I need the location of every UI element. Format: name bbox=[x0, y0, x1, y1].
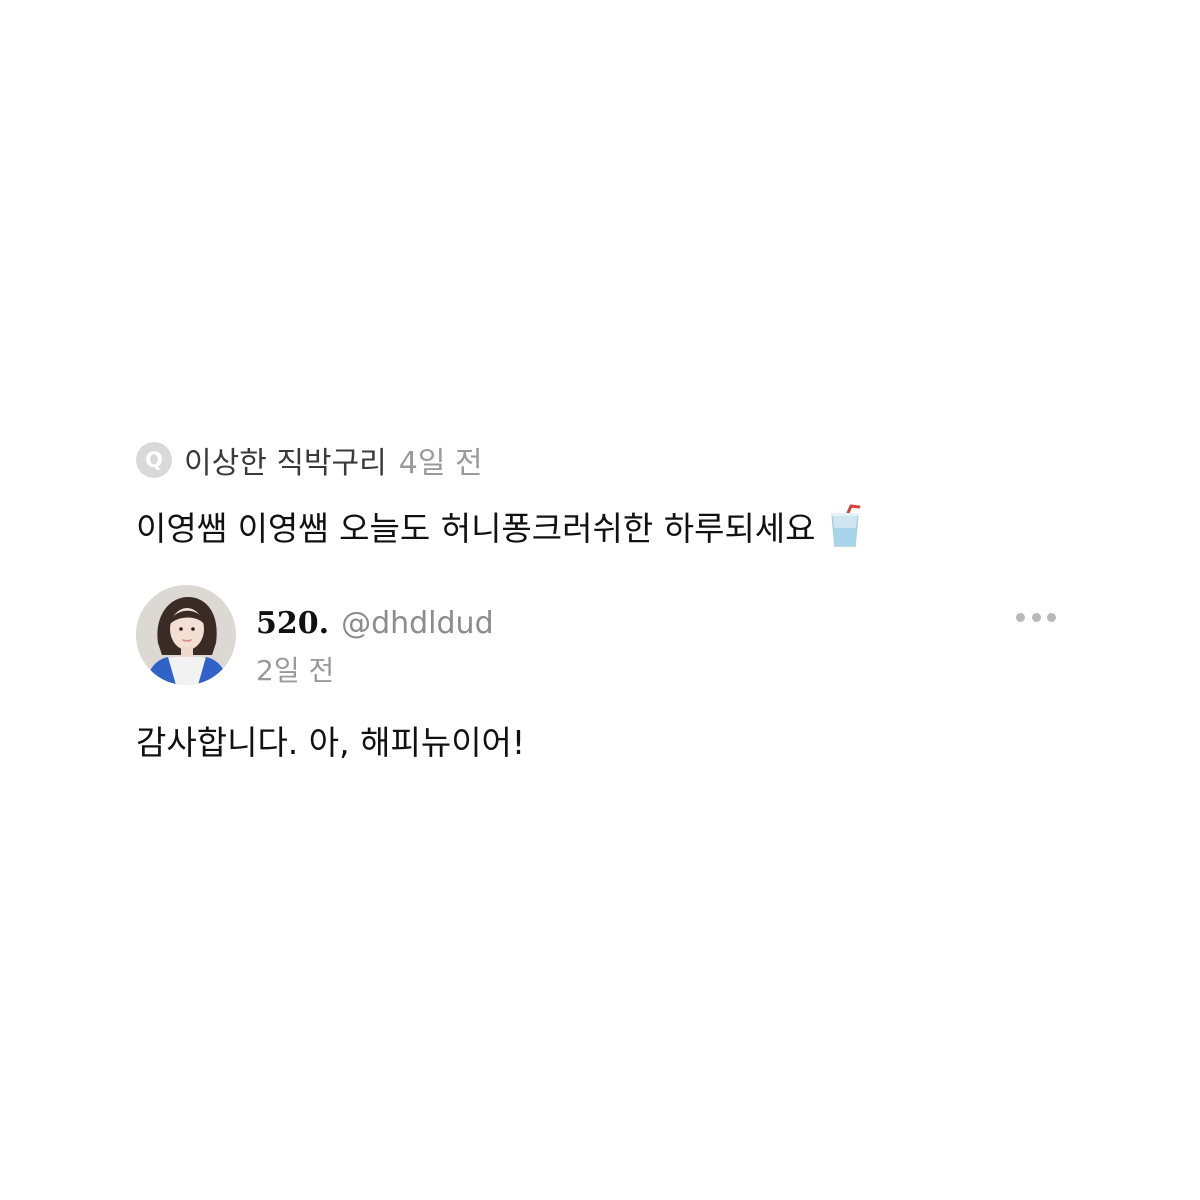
more-horizontal-icon bbox=[1047, 612, 1056, 622]
question-text-label: 이영쌤 이영쌤 오늘도 허니퐁크러쉬한 하루되세요 bbox=[136, 509, 816, 548]
answer-text: 감사합니다. 아, 해피뉴이어! bbox=[136, 723, 526, 762]
answer-time: 2일 전 bbox=[256, 654, 335, 687]
more-options-button[interactable] bbox=[1016, 607, 1056, 627]
question-meta: Q 이상한 직박구리 4일 전 bbox=[136, 438, 483, 482]
author-name[interactable]: 520. bbox=[256, 606, 329, 641]
asker-name[interactable]: 이상한 직박구리 bbox=[184, 438, 387, 482]
cup-with-straw-icon bbox=[828, 504, 862, 548]
more-horizontal-icon bbox=[1016, 612, 1025, 622]
author-handle[interactable]: @dhdldud bbox=[341, 606, 494, 641]
answer-header: 520. @dhdldud 2일 전 bbox=[136, 585, 1056, 687]
author-line: 520. @dhdldud bbox=[256, 601, 494, 645]
more-horizontal-icon bbox=[1031, 612, 1041, 622]
avatar[interactable] bbox=[136, 585, 236, 685]
question-text: 이영쌤 이영쌤 오늘도 허니퐁크러쉬한 하루되세요 bbox=[136, 500, 862, 552]
question-badge-icon: Q bbox=[136, 442, 172, 478]
asked-time: 4일 전 bbox=[398, 446, 483, 481]
